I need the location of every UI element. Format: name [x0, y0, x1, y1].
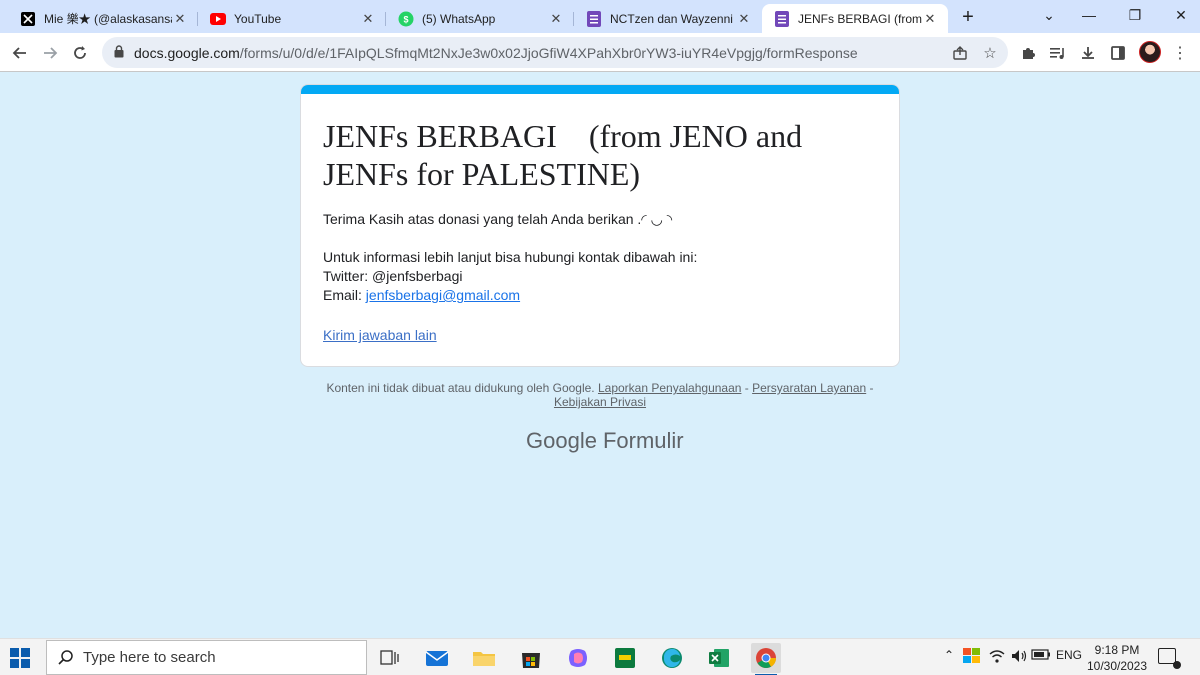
app-icon-green[interactable]	[610, 643, 640, 673]
close-tab-icon[interactable]: ✕	[922, 11, 938, 27]
side-panel-icon[interactable]	[1104, 39, 1132, 67]
footer-separator: -	[866, 381, 874, 395]
url-path: /forms/u/0/d/e/1FAIpQLSfmqMt2NxJe3w0x02J…	[239, 45, 858, 61]
tab-title: NCTzen dan Wayzenni In	[610, 11, 736, 26]
taskbar-search-box[interactable]: Type here to search	[46, 640, 367, 675]
form-title: JENFs BERBAGI (from JENO and JENFs for P…	[323, 118, 811, 192]
profile-avatar[interactable]	[1139, 41, 1161, 63]
windows-security-icon[interactable]	[962, 648, 982, 664]
close-tab-icon[interactable]: ✕	[548, 11, 564, 27]
tab-nctzen-form[interactable]: NCTzen dan Wayzenni In ✕	[574, 4, 762, 33]
volume-icon[interactable]	[1009, 648, 1029, 664]
footer-separator: -	[741, 381, 753, 395]
back-arrow-icon[interactable]	[6, 39, 34, 67]
email-link[interactable]: jenfsberbagi@gmail.com	[366, 287, 520, 303]
task-view-icon[interactable]	[375, 643, 405, 673]
tab-title: Mie 樂★ (@alaskasansan	[44, 12, 172, 26]
search-placeholder: Type here to search	[83, 649, 216, 666]
edge-browser-icon[interactable]	[657, 643, 687, 673]
report-abuse-link[interactable]: Laporkan Penyalahgunaan	[598, 381, 741, 395]
lock-icon[interactable]	[114, 45, 124, 63]
clock-time: 9:18 PM	[1094, 643, 1140, 657]
email-label: Email:	[323, 287, 366, 303]
show-hidden-icons-chevron-icon[interactable]: ⌃	[940, 648, 958, 662]
tab-x[interactable]: Mie 樂★ (@alaskasansan ✕	[8, 4, 198, 33]
reload-icon[interactable]	[66, 39, 94, 67]
clock-date: 10/30/2023	[1086, 659, 1148, 673]
email-contact: Email: jenfsberbagi@gmail.com	[323, 286, 520, 305]
tab-title: YouTube	[234, 11, 282, 26]
terms-of-service-link[interactable]: Persyaratan Layanan	[752, 381, 866, 395]
twitter-contact: Twitter: @jenfsberbagi	[323, 268, 463, 284]
more-menu-icon[interactable]: ⋮	[1166, 39, 1194, 67]
disclaimer-text: Konten ini tidak dibuat atau didukung ol…	[326, 381, 595, 395]
excel-icon[interactable]	[704, 643, 734, 673]
close-tab-icon[interactable]: ✕	[360, 11, 376, 27]
forms-wordmark: Formulir	[602, 428, 684, 453]
browser-toolbar: docs.google.com/forms/u/0/d/e/1FAIpQLSfm…	[0, 33, 1200, 72]
wifi-icon[interactable]	[987, 648, 1007, 664]
file-explorer-icon[interactable]	[469, 643, 499, 673]
form-accent-bar	[301, 85, 899, 94]
google-forms-icon	[774, 10, 790, 27]
extensions-puzzle-icon[interactable]	[1014, 39, 1042, 67]
share-icon[interactable]	[950, 43, 970, 63]
youtube-icon	[210, 11, 226, 27]
url-text: docs.google.com/forms/u/0/d/e/1FAIpQLSfm…	[134, 45, 858, 61]
windows-start-icon[interactable]	[10, 648, 30, 668]
tab-title: JENFs BERBAGI (from JEN	[798, 11, 922, 26]
google-forms-logo[interactable]: Google Formulir	[526, 428, 684, 454]
close-tab-icon[interactable]: ✕	[172, 11, 188, 27]
download-icon[interactable]	[1074, 39, 1102, 67]
google-forms-icon	[586, 10, 602, 27]
input-language-indicator[interactable]: ENG	[1055, 648, 1083, 662]
close-tab-icon[interactable]: ✕	[736, 11, 752, 27]
submit-another-response-link[interactable]: Kirim jawaban lain	[323, 327, 437, 343]
new-tab-button[interactable]: +	[955, 6, 981, 28]
close-window-button[interactable]: ✕	[1158, 0, 1200, 30]
tab-jenfs-form[interactable]: JENFs BERBAGI (from JEN ✕	[762, 4, 948, 33]
taskbar-clock[interactable]: 9:18 PM 10/30/2023	[1086, 642, 1148, 674]
bookmark-star-icon[interactable]: ☆	[980, 43, 1000, 63]
forward-arrow-icon[interactable]	[36, 39, 64, 67]
chrome-icon[interactable]	[751, 643, 781, 675]
thank-you-message: Terima Kasih atas donasi yang telah Anda…	[323, 211, 673, 227]
tab-title: (5) WhatsApp	[422, 11, 496, 26]
restore-button[interactable]: ❐	[1112, 0, 1158, 30]
whatsapp-icon: $	[398, 11, 414, 27]
form-footer: Konten ini tidak dibuat atau didukung ol…	[318, 381, 882, 409]
google-wordmark: Google	[526, 428, 597, 453]
microsoft-store-icon[interactable]	[516, 643, 546, 673]
windows-taskbar: Type here to search ⌃ ENG 9:18 PM 10/30/…	[0, 638, 1200, 675]
tab-strip: Mie 樂★ (@alaskasansan ✕ YouTube ✕ $ (5) …	[0, 0, 1200, 33]
tab-youtube[interactable]: YouTube ✕	[198, 4, 386, 33]
svg-text:$: $	[403, 14, 408, 24]
x-logo-icon	[20, 11, 36, 27]
copilot-icon[interactable]	[563, 643, 593, 673]
url-host: docs.google.com	[134, 45, 240, 61]
mail-icon[interactable]	[422, 643, 452, 673]
form-confirmation-card: JENFs BERBAGI (from JENO and JENFs for P…	[300, 84, 900, 367]
privacy-policy-link[interactable]: Kebijakan Privasi	[554, 395, 646, 409]
page-content: JENFs BERBAGI (from JENO and JENFs for P…	[0, 72, 1200, 638]
contact-info-line: Untuk informasi lebih lanjut bisa hubung…	[323, 249, 698, 265]
minimize-button[interactable]: —	[1066, 0, 1112, 30]
battery-icon[interactable]	[1031, 648, 1051, 660]
address-bar[interactable]: docs.google.com/forms/u/0/d/e/1FAIpQLSfm…	[102, 37, 1008, 68]
notification-center-icon[interactable]	[1158, 648, 1181, 669]
tab-whatsapp[interactable]: $ (5) WhatsApp ✕	[386, 4, 574, 33]
search-icon	[57, 649, 79, 667]
media-control-icon[interactable]	[1044, 39, 1072, 67]
